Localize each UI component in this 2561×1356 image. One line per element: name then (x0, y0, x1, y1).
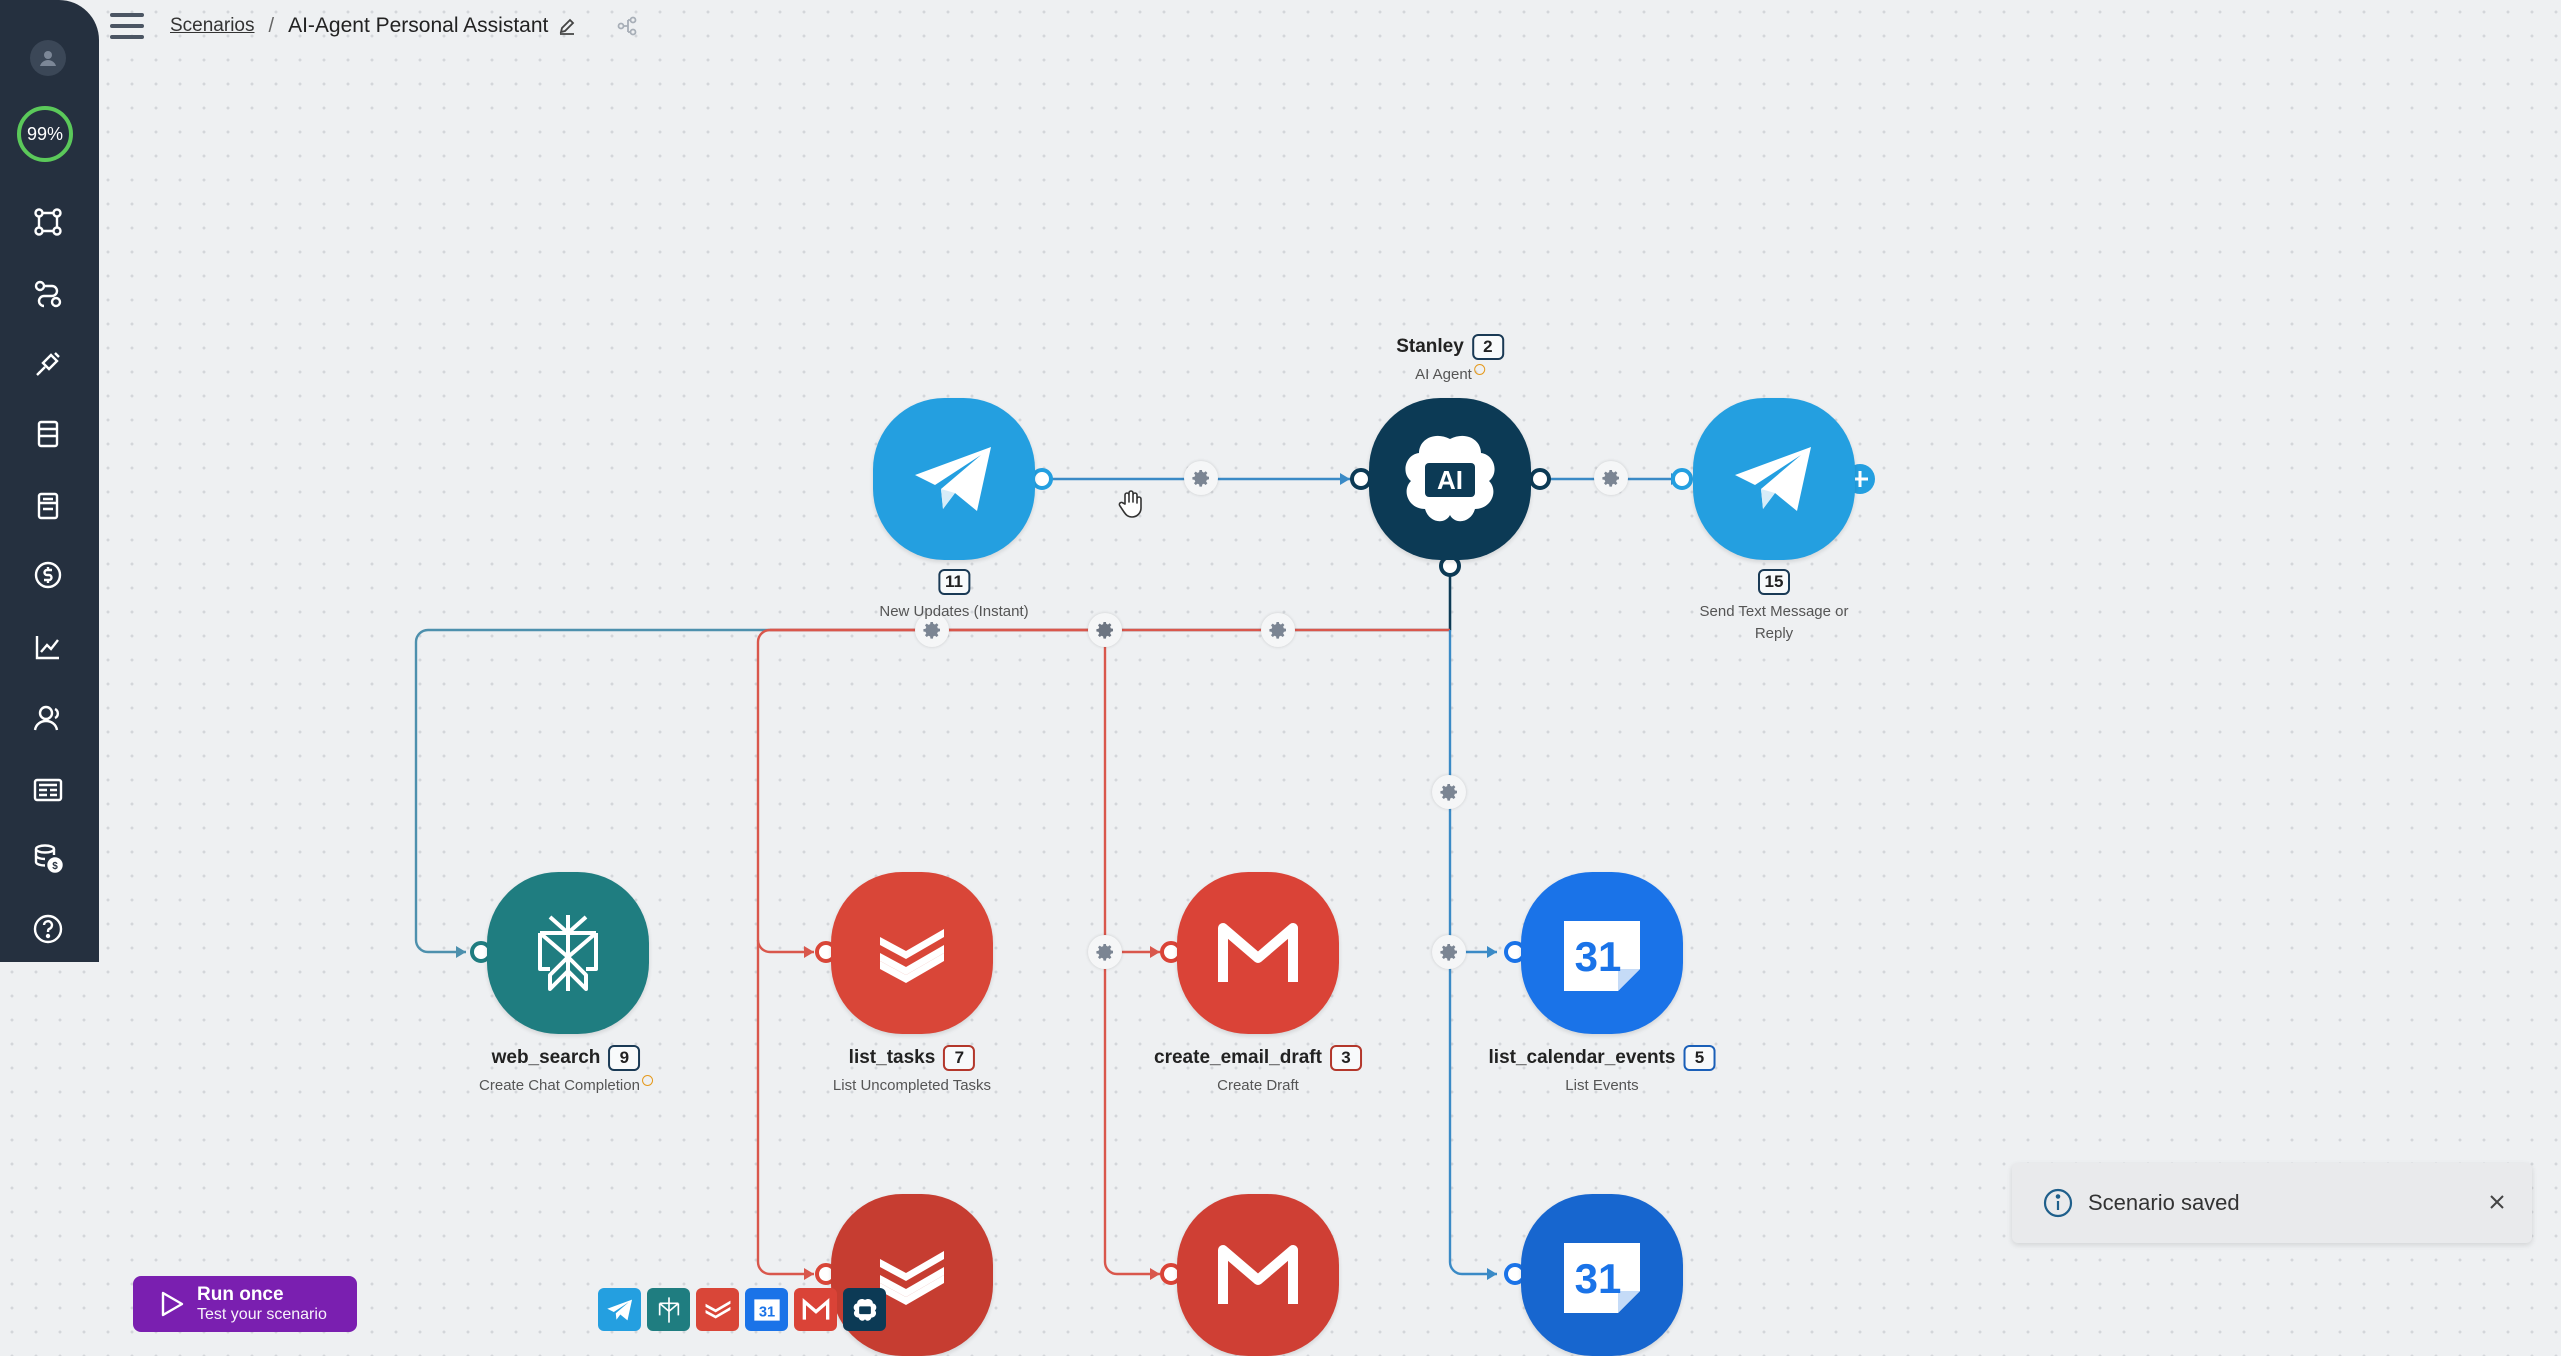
module-name: list_calendar_events (1488, 1047, 1676, 1068)
module-number-badge: 15 (1757, 569, 1791, 595)
module-subtitle: List Uncompleted Tasks (832, 1077, 992, 1094)
module-number-badge: 7 (943, 1045, 976, 1071)
module-telegram-send[interactable] (1693, 398, 1855, 560)
run-once-button[interactable]: Run once Test your scenario (133, 1276, 357, 1332)
run-once-subtitle: Test your scenario (197, 1306, 327, 1323)
module-name: create_email_draft (1154, 1047, 1322, 1068)
module-label-web-search: web_search 9 Create Chat Completion (479, 1045, 653, 1097)
perplexity-icon (538, 915, 598, 991)
module-name: list_tasks (848, 1047, 936, 1068)
module-label-telegram-trigger: 11 New Updates (Instant) (879, 569, 1029, 623)
todoist-icon (705, 1300, 730, 1319)
perplexity-icon (658, 1296, 679, 1323)
google-calendar-icon: 31 (1564, 1243, 1640, 1313)
module-number-badge: 11 (937, 569, 970, 595)
svg-text:31: 31 (758, 1304, 774, 1320)
gmail-icon (1218, 923, 1298, 982)
route-settings-gear-icon[interactable] (1184, 461, 1218, 495)
module-number-badge: 9 (608, 1045, 641, 1071)
connection-lines (414, 464, 1875, 1285)
route-settings-gear-icon[interactable] (1088, 935, 1122, 969)
play-icon (161, 1291, 184, 1317)
module-gcal-secondary[interactable]: 31 (1521, 1194, 1683, 1356)
run-once-title: Run once (197, 1284, 284, 1305)
gmail-icon (802, 1297, 829, 1320)
module-subtitle: Send Text Message or Reply (1699, 603, 1849, 642)
module-list-calendar-events[interactable]: 31 (1521, 872, 1683, 1034)
route-settings-gear-icon[interactable] (1432, 935, 1466, 969)
telegram-icon (606, 1299, 632, 1320)
telegram-icon (915, 447, 991, 511)
module-number-badge: 5 (1683, 1045, 1716, 1071)
route-settings-gear-icon[interactable] (1088, 613, 1122, 647)
google-calendar-icon: 31 (1564, 921, 1640, 991)
module-label-ai-agent: Stanley 2 AI Agent (1396, 334, 1504, 386)
module-label-telegram-send: 15 Send Text Message or Reply (1684, 569, 1864, 645)
module-subtitle: AI Agent (1415, 366, 1472, 383)
telegram-icon (1735, 447, 1811, 511)
tray-ai-agent[interactable] (843, 1288, 886, 1331)
tray-gmail[interactable] (794, 1288, 837, 1331)
tray-todoist[interactable] (696, 1288, 739, 1331)
toast-notification: Scenario saved (2012, 1163, 2532, 1243)
module-ai-agent[interactable]: AI (1369, 398, 1531, 560)
todoist-icon (880, 1251, 944, 1305)
module-name: web_search (491, 1047, 601, 1068)
module-subtitle: Create Chat Completion (479, 1077, 640, 1094)
module-list-tasks[interactable] (831, 872, 993, 1034)
todoist-icon (880, 929, 944, 983)
svg-text:AI: AI (1437, 465, 1463, 495)
module-label-list-calendar-events: list_calendar_events 5 List Events (1489, 1045, 1716, 1097)
warning-icon (1473, 364, 1485, 375)
module-gmail-secondary[interactable] (1177, 1194, 1339, 1356)
tray-perplexity[interactable] (647, 1288, 690, 1331)
route-settings-gear-icon[interactable] (1432, 775, 1466, 809)
module-label-list-tasks: list_tasks 7 List Uncompleted Tasks (833, 1045, 991, 1097)
module-subtitle: Create Draft (1217, 1077, 1299, 1094)
module-name: Stanley (1396, 336, 1464, 357)
toast-message: Scenario saved (2088, 1190, 2240, 1215)
close-icon[interactable] (2484, 1189, 2510, 1215)
ai-brain-icon: AI (1405, 435, 1495, 522)
module-todoist-secondary[interactable] (831, 1194, 993, 1356)
svg-text:31: 31 (1575, 1255, 1622, 1302)
module-web-search[interactable] (487, 872, 649, 1034)
module-subtitle: List Events (1565, 1077, 1639, 1094)
info-icon (2043, 1188, 2073, 1218)
ai-brain-icon (853, 1298, 876, 1321)
route-settings-gear-icon[interactable] (1594, 461, 1628, 495)
module-subtitle: New Updates (Instant) (879, 603, 1029, 620)
tray-telegram[interactable] (598, 1288, 641, 1331)
google-calendar-icon: 31 (753, 1298, 780, 1321)
svg-text:31: 31 (1575, 933, 1622, 980)
module-number-badge: 3 (1329, 1045, 1362, 1071)
app-tray: 31 (598, 1288, 886, 1331)
module-label-create-email-draft: create_email_draft 3 Create Draft (1154, 1045, 1362, 1097)
module-telegram-trigger[interactable] (873, 398, 1035, 560)
route-settings-gear-icon[interactable] (1261, 613, 1295, 647)
warning-icon (641, 1075, 653, 1086)
module-create-email-draft[interactable] (1177, 872, 1339, 1034)
hand-cursor-icon (1118, 490, 1142, 518)
tray-google-calendar[interactable]: 31 (745, 1288, 788, 1331)
module-number-badge: 2 (1471, 334, 1504, 360)
gmail-icon (1218, 1245, 1298, 1304)
